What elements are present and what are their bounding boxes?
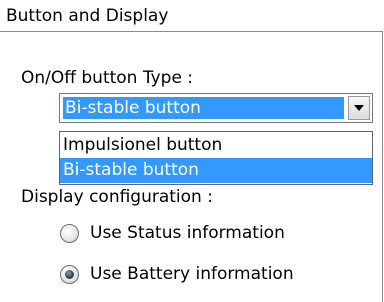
combobox-focus-rect	[62, 96, 347, 120]
radio-use-battery[interactable]: Use Battery information	[60, 262, 294, 286]
radio-checked-icon[interactable]	[60, 264, 79, 284]
display-config-label: Display configuration :	[21, 187, 213, 207]
chevron-down-icon	[354, 105, 364, 111]
dropdown-option-impulsionel[interactable]: Impulsionel button	[60, 133, 372, 158]
group-title: Button and Display	[6, 6, 169, 26]
radio-unchecked-icon[interactable]	[60, 223, 79, 243]
combobox-dropdown-button[interactable]	[348, 96, 370, 120]
dropdown-option-bistable[interactable]: Bi-stable button	[60, 158, 372, 183]
onoff-type-label: On/Off button Type :	[21, 68, 194, 88]
radio-label-battery: Use Battery information	[90, 264, 294, 284]
radio-label-status: Use Status information	[90, 223, 285, 243]
radio-use-status[interactable]: Use Status information	[60, 221, 285, 245]
onoff-type-dropdown-list: Impulsionel button Bi-stable button	[59, 131, 373, 185]
onoff-type-combobox[interactable]: Bi-stable button	[59, 93, 373, 123]
